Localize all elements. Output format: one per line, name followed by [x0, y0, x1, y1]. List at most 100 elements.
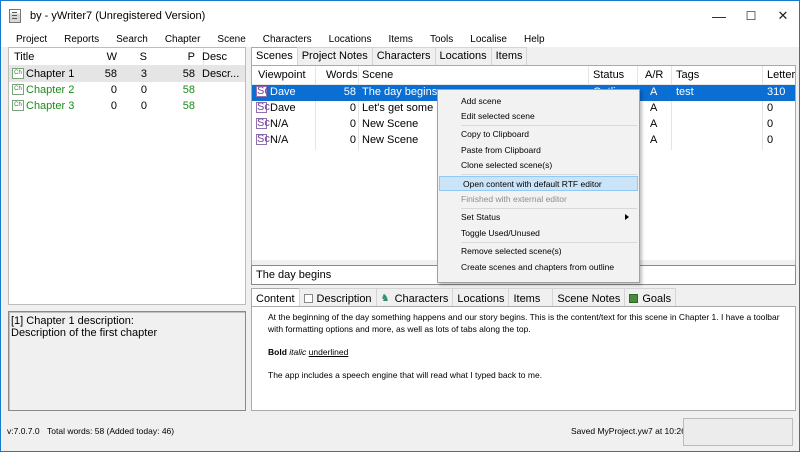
- menu-set-status[interactable]: Set Status: [438, 210, 639, 225]
- app-window: by - yWriter7 (Unregistered Version) — ☐…: [0, 0, 800, 452]
- menu-finished-external-editor[interactable]: Finished with external editor: [438, 191, 639, 206]
- col-tags[interactable]: Tags: [676, 69, 699, 81]
- scene-letters: 0: [767, 118, 774, 130]
- scene-letters: 0: [767, 102, 774, 114]
- window-title: by - yWriter7 (Unregistered Version): [30, 10, 206, 22]
- menu-help[interactable]: Help: [516, 34, 554, 45]
- tab-description-label: Description: [316, 292, 372, 305]
- scene-title: The day begins: [362, 86, 438, 98]
- close-button[interactable]: ✕: [767, 1, 799, 31]
- menu-paste-from-clipboard[interactable]: Paste from Clipboard: [438, 142, 639, 157]
- underlined-text: underlined: [308, 347, 349, 357]
- chapter-description-text: Description of the first chapter: [11, 327, 158, 339]
- chapter-row[interactable]: Ch Chapter 2 0 0 58: [9, 82, 245, 98]
- tab-content[interactable]: Content: [251, 288, 300, 306]
- scene-ar: A: [650, 118, 658, 130]
- chapter-icon: Ch: [12, 84, 24, 95]
- tab-content-label: Content: [256, 292, 295, 305]
- chapter-list[interactable]: Title W S P Desc Ch Chapter 1 58 3 58 De…: [8, 47, 246, 305]
- content-paragraph: The app includes a speech engine that wi…: [268, 370, 543, 380]
- chapter-progress: 58: [182, 68, 195, 80]
- tab-characters[interactable]: Characters: [371, 47, 436, 65]
- menu-create-from-outline[interactable]: Create scenes and chapters from outline: [438, 259, 639, 274]
- menu-localise[interactable]: Localise: [462, 34, 516, 45]
- chapter-description-box[interactable]: [1] Chapter 1 description: Description o…: [8, 311, 246, 411]
- scene-icon: Sc: [256, 133, 270, 145]
- col-p[interactable]: P: [185, 51, 195, 63]
- chapter-desc: Descr...: [202, 68, 240, 80]
- menu-reports[interactable]: Reports: [56, 34, 108, 45]
- tab-goals[interactable]: Goals: [624, 288, 677, 306]
- italic-text: italic: [289, 347, 307, 357]
- tab-description[interactable]: Description: [298, 288, 377, 306]
- scene-ar: A: [650, 134, 658, 146]
- menu-search[interactable]: Search: [108, 34, 157, 45]
- scene-letters: 0: [767, 134, 774, 146]
- menu-clone-scene[interactable]: Clone selected scene(s): [438, 158, 639, 173]
- tab-project-notes[interactable]: Project Notes: [296, 47, 373, 65]
- tab-scenes[interactable]: Scenes: [251, 47, 298, 66]
- menu-project[interactable]: Project: [1, 34, 56, 45]
- menu-scene[interactable]: Scene: [209, 34, 254, 45]
- menu-add-scene[interactable]: Add scene: [438, 93, 639, 108]
- chapter-title: Chapter 2: [26, 84, 75, 96]
- scene-words: 0: [349, 134, 356, 146]
- tab-scene-notes[interactable]: Scene Notes: [552, 288, 626, 306]
- tab-items-bottom[interactable]: Items: [508, 288, 554, 306]
- tab-locations-bottom[interactable]: Locations: [452, 288, 510, 306]
- menu-separator: [461, 241, 637, 243]
- chapter-title: Chapter 1: [26, 68, 75, 80]
- col-status[interactable]: Status: [593, 69, 624, 81]
- menu-toggle-used[interactable]: Toggle Used/Unused: [438, 225, 639, 240]
- maximize-button[interactable]: ☐: [735, 1, 767, 31]
- chapter-words: 0: [110, 84, 117, 96]
- col-letters[interactable]: Letter: [767, 69, 795, 81]
- col-ar[interactable]: A/R: [645, 69, 663, 81]
- app-icon: [9, 9, 21, 23]
- menu-characters[interactable]: Characters: [255, 34, 321, 45]
- menu-open-rtf-editor[interactable]: Open content with default RTF editor: [439, 175, 638, 192]
- minimize-button[interactable]: —: [703, 1, 735, 31]
- tab-characters-bottom[interactable]: ♞ Characters: [375, 288, 454, 306]
- chapter-scenes: 0: [140, 100, 147, 112]
- menu-copy-to-clipboard[interactable]: Copy to Clipboard: [438, 127, 639, 142]
- scene-ar: A: [650, 86, 658, 98]
- chapter-list-header: Title W S P Desc: [9, 48, 245, 66]
- col-desc[interactable]: Desc: [202, 51, 227, 63]
- menu-separator: [461, 173, 637, 175]
- menu-tools[interactable]: Tools: [422, 34, 462, 45]
- tab-characters-label: Characters: [394, 292, 449, 305]
- total-words-label: Total words: 58 (Added today: 46): [47, 426, 175, 436]
- col-scene[interactable]: Scene: [362, 69, 393, 81]
- menu-remove-scenes[interactable]: Remove selected scene(s): [438, 244, 639, 259]
- scene-content-editor[interactable]: At the beginning of the day something ha…: [251, 306, 796, 411]
- chapter-scenes: 3: [140, 68, 147, 80]
- col-words[interactable]: Words: [326, 69, 358, 81]
- scene-title: New Scene: [362, 118, 419, 130]
- scene-viewpoint: Dave: [270, 86, 296, 98]
- menu-chapter[interactable]: Chapter: [157, 34, 210, 45]
- person-icon: ♞: [380, 293, 390, 304]
- col-w[interactable]: W: [105, 51, 117, 63]
- chapter-row[interactable]: Ch Chapter 1 58 3 58 Descr...: [9, 66, 245, 82]
- col-s[interactable]: S: [137, 51, 147, 63]
- scene-words: 58: [343, 86, 356, 98]
- chapter-progress: 58: [182, 100, 195, 112]
- tab-locations-label: Locations: [457, 292, 505, 305]
- col-viewpoint[interactable]: Viewpoint: [258, 69, 306, 81]
- scene-title: New Scene: [362, 134, 419, 146]
- col-title[interactable]: Title: [14, 51, 34, 63]
- menu-bar: Project Reports Search Chapter Scene Cha…: [1, 31, 799, 47]
- menu-edit-selected-scene[interactable]: Edit selected scene: [438, 108, 639, 123]
- menu-items[interactable]: Items: [380, 34, 421, 45]
- scene-words: 0: [349, 118, 356, 130]
- status-bar: v:7.0.7.0 Total words: 58 (Added today: …: [1, 417, 799, 451]
- tab-locations[interactable]: Locations: [434, 47, 492, 65]
- menu-separator: [461, 207, 637, 209]
- menu-locations[interactable]: Locations: [321, 34, 381, 45]
- scene-icon: Sc: [256, 101, 270, 113]
- chapter-description-heading: [1] Chapter 1 description:: [11, 315, 134, 327]
- tab-items[interactable]: Items: [490, 47, 527, 65]
- chapter-row[interactable]: Ch Chapter 3 0 0 58: [9, 98, 245, 114]
- scene-tags: test: [676, 86, 694, 98]
